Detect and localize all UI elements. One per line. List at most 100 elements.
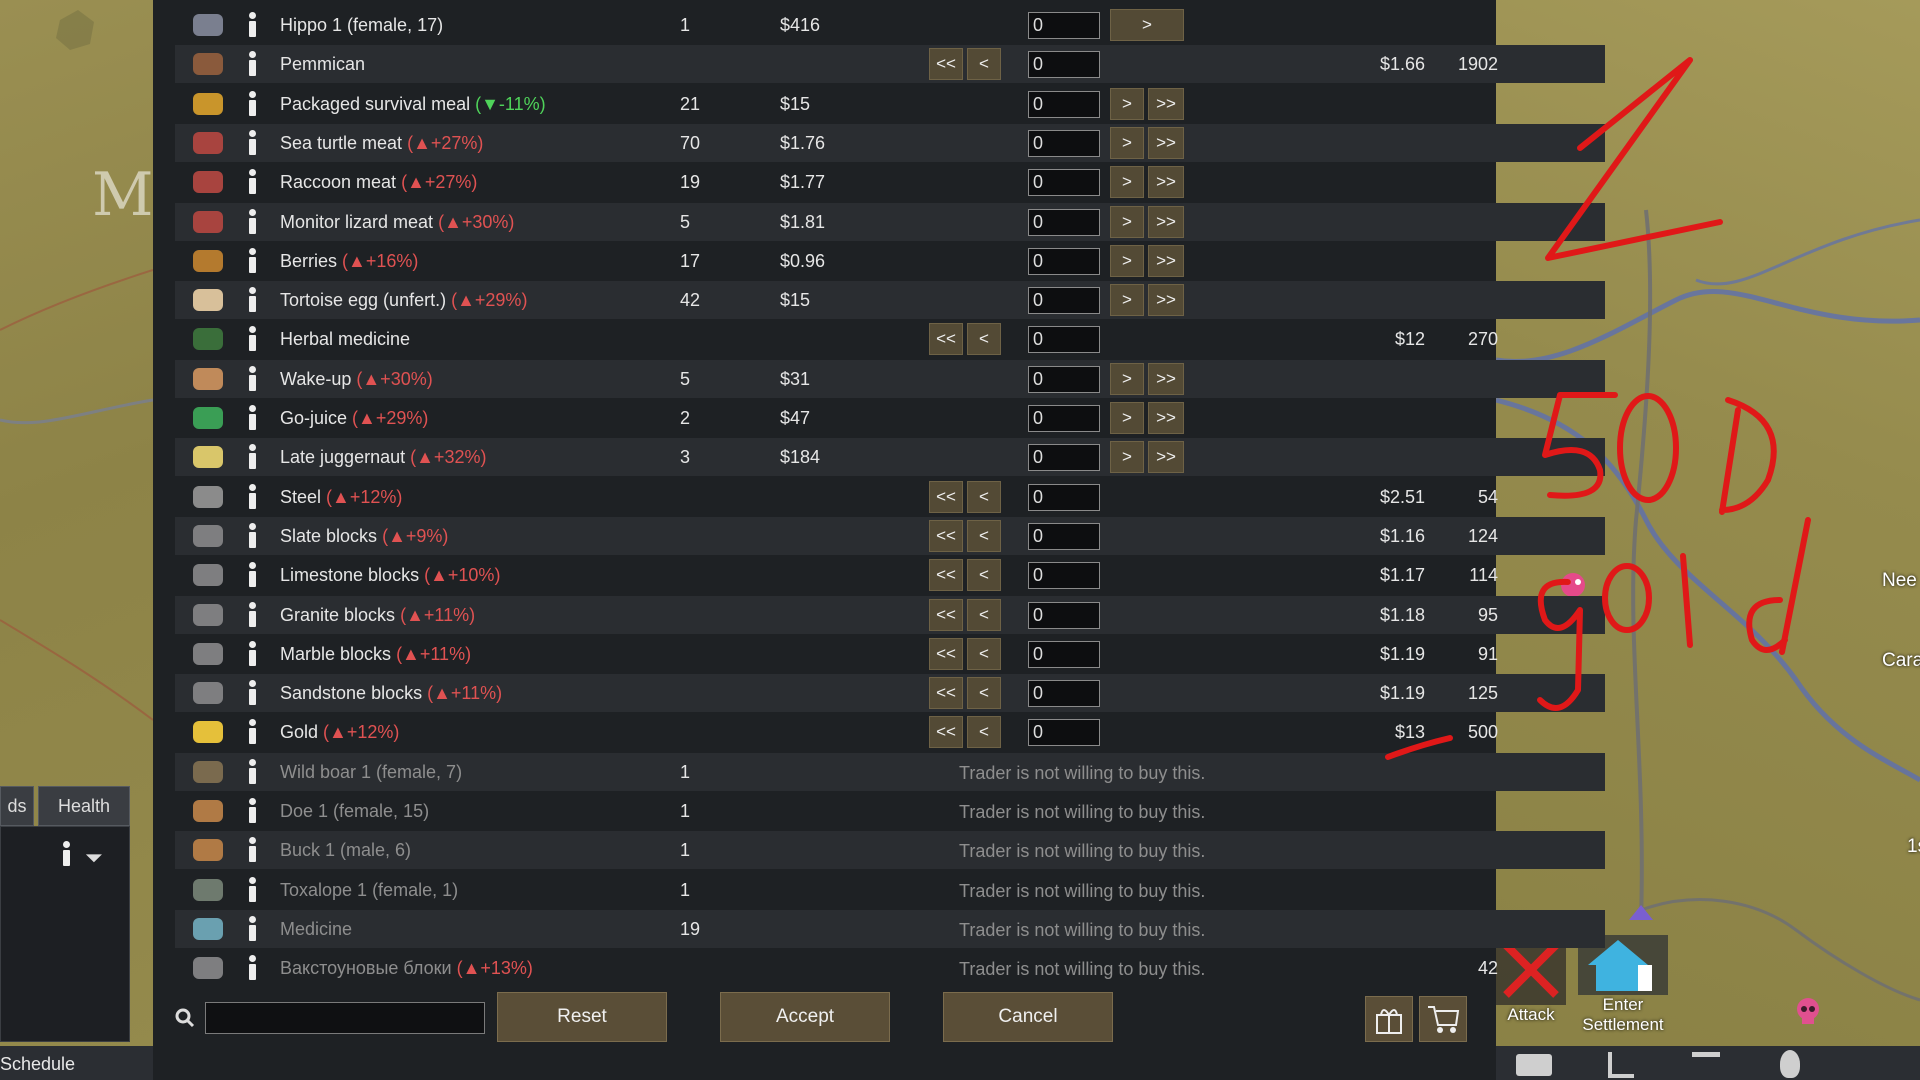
sell-one-button[interactable]: > xyxy=(1110,402,1144,434)
accept-button[interactable]: Accept xyxy=(720,992,890,1042)
trade-amount-field[interactable]: 0 xyxy=(1028,640,1100,668)
book-icon[interactable] xyxy=(1516,1054,1552,1076)
factions-icon[interactable] xyxy=(1692,1052,1720,1078)
info-icon[interactable] xyxy=(245,483,259,510)
trade-amount-field[interactable]: 0 xyxy=(1028,601,1100,629)
buy-one-button[interactable]: < xyxy=(967,480,1001,513)
info-icon[interactable] xyxy=(245,287,259,313)
schedule-tab[interactable]: Schedule xyxy=(0,1046,153,1080)
buy-all-button[interactable]: << xyxy=(929,480,963,513)
info-icon[interactable] xyxy=(245,208,259,235)
info-icon[interactable] xyxy=(245,247,259,274)
info-icon[interactable] xyxy=(245,129,259,156)
trade-amount-field[interactable]: 0 xyxy=(1028,365,1100,393)
info-icon[interactable] xyxy=(245,601,259,628)
trade-amount-field[interactable]: 0 xyxy=(1028,326,1100,354)
sell-all-button[interactable]: >> xyxy=(1148,441,1184,474)
sell-one-button[interactable]: > xyxy=(1110,362,1144,395)
sell-one-button[interactable]: > xyxy=(1110,205,1144,238)
info-icon[interactable] xyxy=(245,562,259,588)
sell-one-button[interactable]: > xyxy=(1110,87,1144,120)
trade-amount-field[interactable]: 0 xyxy=(1028,90,1100,118)
search-input[interactable] xyxy=(205,1002,485,1034)
buy-all-button[interactable]: << xyxy=(929,716,963,749)
chart-icon[interactable] xyxy=(1608,1052,1634,1078)
trade-amount-field[interactable]: 0 xyxy=(1028,208,1100,236)
sell-one-button[interactable]: > xyxy=(1110,166,1144,199)
info-icon[interactable] xyxy=(245,169,259,195)
buy-one-button[interactable]: < xyxy=(967,519,1001,552)
buy-all-button[interactable]: << xyxy=(929,323,963,356)
buy-all-button[interactable]: << xyxy=(929,637,963,670)
tab-needs[interactable]: ds xyxy=(0,786,34,826)
info-icon[interactable] xyxy=(245,12,259,38)
info-icon[interactable] xyxy=(245,798,259,824)
gift-button[interactable] xyxy=(1365,996,1413,1042)
sell-one-button[interactable]: > xyxy=(1110,9,1184,41)
sell-all-button[interactable]: >> xyxy=(1148,362,1184,395)
trade-amount-field[interactable]: 0 xyxy=(1028,405,1100,432)
info-icon[interactable] xyxy=(245,522,259,549)
trade-amount-field[interactable]: 0 xyxy=(1028,12,1100,39)
buy-one-button[interactable]: < xyxy=(967,637,1001,670)
info-icon[interactable] xyxy=(245,955,259,981)
info-icon[interactable] xyxy=(245,365,259,392)
sell-all-button[interactable]: >> xyxy=(1148,205,1184,238)
cart-button[interactable] xyxy=(1419,996,1467,1042)
chevron-down-icon[interactable]: ⏷ xyxy=(85,845,103,871)
info-icon[interactable] xyxy=(245,758,259,785)
sell-all-button[interactable]: >> xyxy=(1148,126,1184,159)
info-icon[interactable] xyxy=(245,719,259,745)
boar-icon xyxy=(193,760,223,783)
info-icon[interactable] xyxy=(245,444,259,470)
info-icon[interactable] xyxy=(245,680,259,706)
trade-amount-field[interactable]: 0 xyxy=(1028,444,1100,472)
trade-amount-field[interactable]: 0 xyxy=(1028,719,1100,747)
buy-one-button[interactable]: < xyxy=(967,323,1001,356)
trade-amount-field[interactable]: 0 xyxy=(1028,129,1100,157)
buy-all-button[interactable]: << xyxy=(929,677,963,710)
buy-one-button[interactable]: < xyxy=(967,598,1001,631)
info-icon[interactable] xyxy=(245,326,259,352)
trade-amount-field[interactable]: 0 xyxy=(1028,287,1100,315)
lightbulb-icon[interactable] xyxy=(1780,1050,1800,1078)
sell-all-button[interactable]: >> xyxy=(1148,166,1184,199)
info-icon[interactable] xyxy=(245,51,259,77)
buy-one-button[interactable]: < xyxy=(967,716,1001,749)
info-icon[interactable] xyxy=(245,90,259,117)
info-icon[interactable] xyxy=(245,876,259,903)
trade-amount-field[interactable]: 0 xyxy=(1028,169,1100,197)
sell-one-button[interactable]: > xyxy=(1110,244,1144,277)
sell-one-button[interactable]: > xyxy=(1110,126,1144,159)
trade-amount-field[interactable]: 0 xyxy=(1028,483,1100,511)
info-icon[interactable] xyxy=(245,405,259,431)
sell-one-button[interactable]: > xyxy=(1110,441,1144,474)
info-icon[interactable] xyxy=(59,841,73,867)
sell-all-button[interactable]: >> xyxy=(1148,87,1184,120)
item-name: Sea turtle meat (▲+27%) xyxy=(280,133,483,154)
info-icon[interactable] xyxy=(245,915,259,942)
trade-amount-field[interactable]: 0 xyxy=(1028,680,1100,708)
buy-all-button[interactable]: << xyxy=(929,519,963,552)
buy-all-button[interactable]: << xyxy=(929,559,963,592)
trade-amount-field[interactable]: 0 xyxy=(1028,562,1100,590)
buy-one-button[interactable]: < xyxy=(967,677,1001,710)
sell-one-button[interactable]: > xyxy=(1110,284,1144,317)
buy-all-button[interactable]: << xyxy=(929,48,963,81)
trade-amount-field[interactable]: 0 xyxy=(1028,522,1100,550)
sell-all-button[interactable]: >> xyxy=(1148,284,1184,317)
sell-all-button[interactable]: >> xyxy=(1148,244,1184,277)
buy-one-button[interactable]: < xyxy=(967,559,1001,592)
tab-health[interactable]: Health xyxy=(38,786,130,826)
skull-icon[interactable] xyxy=(1792,996,1824,1032)
cancel-button[interactable]: Cancel xyxy=(943,992,1113,1042)
sell-all-button[interactable]: >> xyxy=(1148,402,1184,434)
buy-one-button[interactable]: < xyxy=(967,48,1001,81)
reset-button[interactable]: Reset xyxy=(497,992,667,1042)
trade-amount-field[interactable]: 0 xyxy=(1028,51,1100,79)
wake-up-icon xyxy=(193,367,223,390)
info-icon[interactable] xyxy=(245,837,259,863)
buy-all-button[interactable]: << xyxy=(929,598,963,631)
info-icon[interactable] xyxy=(245,640,259,667)
trade-amount-field[interactable]: 0 xyxy=(1028,247,1100,275)
